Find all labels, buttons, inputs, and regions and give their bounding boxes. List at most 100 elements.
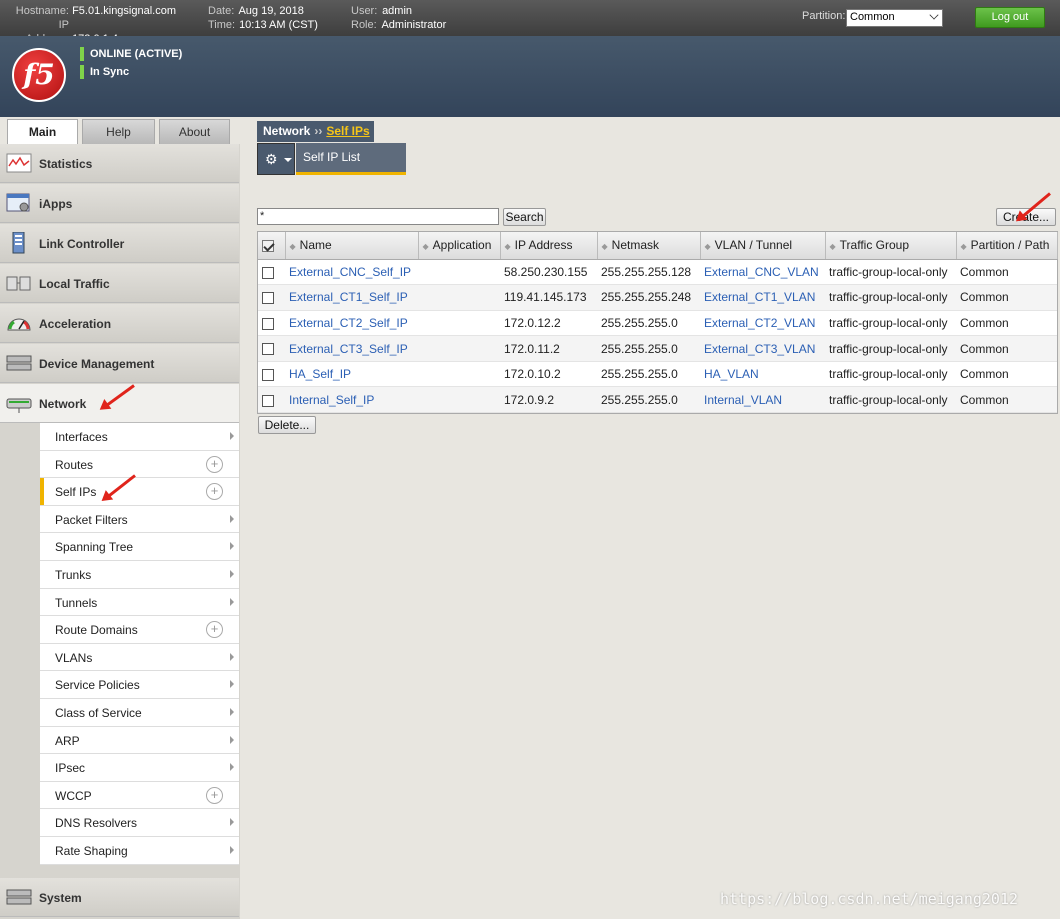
column-header-netmask[interactable]: ◆ Netmask xyxy=(597,232,701,260)
f5-logo: f5 xyxy=(12,48,66,102)
hostname-label: Hostname: xyxy=(15,5,69,17)
submenu-item-trunks[interactable]: Trunks xyxy=(40,560,239,589)
sidebar-label: Local Traffic xyxy=(39,277,110,291)
self-ip-link[interactable]: External_CT2_Self_IP xyxy=(289,316,408,330)
iapps-icon xyxy=(6,193,30,212)
vlan-cell: External_CNC_VLAN xyxy=(700,259,825,286)
row-checkbox[interactable] xyxy=(262,292,274,305)
submenu-item-tunnels[interactable]: Tunnels xyxy=(40,588,239,617)
application-cell xyxy=(418,335,500,362)
submenu-item-spanning-tree[interactable]: Spanning Tree xyxy=(40,533,239,561)
submenu-item-interfaces[interactable]: Interfaces xyxy=(40,423,239,451)
sidebar-item-local-traffic[interactable]: Local Traffic xyxy=(0,264,239,303)
select-all-checkbox[interactable] xyxy=(262,240,274,253)
vlan-link[interactable]: External_CT1_VLAN xyxy=(704,290,815,304)
self-ip-link[interactable]: External_CT1_Self_IP xyxy=(289,290,408,304)
chevron-right-icon xyxy=(230,735,234,744)
chevron-right-icon xyxy=(230,818,234,827)
column-header-vlan[interactable]: ◆ VLAN / Tunnel xyxy=(700,232,826,260)
user-value: admin xyxy=(382,5,413,17)
row-checkbox[interactable] xyxy=(262,317,274,330)
sidebar-item-statistics[interactable]: Statistics xyxy=(0,144,239,183)
partition-label: Partition: xyxy=(802,10,846,22)
delete-button[interactable]: Delete... xyxy=(258,416,316,434)
sort-icon: ◆ xyxy=(704,242,711,252)
self-ip-link[interactable]: External_CT3_Self_IP xyxy=(289,342,408,356)
ip-address-cell: 172.0.12.2 xyxy=(500,310,597,337)
network-submenu: Interfaces Routes + Self IPs + Packet Filt… xyxy=(40,423,239,865)
device-management-icon xyxy=(6,355,32,371)
name-cell: HA_Self_IP xyxy=(285,361,418,388)
row-select-cell xyxy=(258,310,285,337)
submenu-item-routes[interactable]: Routes + xyxy=(40,450,239,479)
submenu-item-dns-resolvers[interactable]: DNS Resolvers xyxy=(40,809,239,837)
row-checkbox[interactable] xyxy=(262,369,274,381)
add-icon[interactable]: + xyxy=(206,621,223,639)
name-cell: Internal_Self_IP xyxy=(285,386,418,414)
search-button[interactable]: Search xyxy=(503,208,546,226)
sidebar-item-link-controller[interactable]: Link Controller xyxy=(0,224,239,263)
sidebar-label: Link Controller xyxy=(39,237,125,251)
vlan-link[interactable]: External_CT3_VLAN xyxy=(704,342,815,356)
vlan-link[interactable]: HA_VLAN xyxy=(704,367,759,381)
add-icon[interactable]: + xyxy=(206,455,223,473)
column-header-partition[interactable]: ◆ Partition / Path xyxy=(956,232,1058,260)
tab-self-ip-list[interactable]: Self IP List xyxy=(296,143,406,175)
row-checkbox[interactable] xyxy=(262,266,274,279)
column-header-application[interactable]: ◆ Application xyxy=(418,232,501,260)
submenu-item-packet-filters[interactable]: Packet Filters xyxy=(40,505,239,534)
tab-help[interactable]: Help xyxy=(82,119,155,144)
sidebar-item-system[interactable]: System xyxy=(0,878,239,917)
breadcrumb-section[interactable]: Network xyxy=(263,124,310,138)
column-header-name[interactable]: ◆ Name xyxy=(285,232,419,260)
submenu-item-self-ips[interactable]: Self IPs + xyxy=(40,478,239,506)
sidebar-item-iapps[interactable]: iApps xyxy=(0,184,239,223)
row-checkbox[interactable] xyxy=(262,343,274,356)
statistics-icon xyxy=(6,153,32,173)
submenu-item-service-policies[interactable]: Service Policies xyxy=(40,671,239,699)
partition-select[interactable]: Common xyxy=(846,9,943,27)
submenu-label: IPsec xyxy=(55,761,86,776)
vlan-link[interactable]: External_CT2_VLAN xyxy=(704,316,815,330)
breadcrumb-separator: ›› xyxy=(314,124,323,138)
submenu-item-route-domains[interactable]: Route Domains + xyxy=(40,616,239,644)
submenu-item-ipsec[interactable]: IPsec xyxy=(40,754,239,782)
sidebar-item-network[interactable]: Network xyxy=(0,384,239,423)
table-row: External_CT2_Self_IP 172.0.12.2 255.255.… xyxy=(258,310,1057,337)
vlan-link[interactable]: External_CNC_VLAN xyxy=(704,265,819,279)
column-header-ip-address[interactable]: ◆ IP Address xyxy=(500,232,598,260)
select-all-column[interactable] xyxy=(258,232,286,260)
ip-address-cell: 58.250.230.155 xyxy=(500,259,597,286)
application-cell xyxy=(418,259,500,286)
submenu-item-vlans[interactable]: VLANs xyxy=(40,643,239,672)
tab-main[interactable]: Main xyxy=(7,119,78,144)
ip-address-cell: 172.0.11.2 xyxy=(500,335,597,362)
submenu-item-class-of-service[interactable]: Class of Service xyxy=(40,698,239,727)
sidebar-item-acceleration[interactable]: Acceleration xyxy=(0,304,239,343)
partition-cell: Common xyxy=(956,386,1057,414)
chevron-right-icon xyxy=(230,652,234,661)
tab-about[interactable]: About xyxy=(159,119,230,144)
self-ip-link[interactable]: HA_Self_IP xyxy=(289,367,351,381)
vlan-cell: External_CT2_VLAN xyxy=(700,310,825,337)
column-header-traffic-group[interactable]: ◆ Traffic Group xyxy=(825,232,957,260)
search-input[interactable]: * xyxy=(257,208,499,225)
add-icon[interactable]: + xyxy=(206,483,223,501)
breadcrumb-current[interactable]: Self IPs xyxy=(326,124,369,138)
submenu-item-wccp[interactable]: WCCP + xyxy=(40,781,239,810)
submenu-item-arp[interactable]: ARP xyxy=(40,726,239,755)
add-icon[interactable]: + xyxy=(206,786,223,804)
sidebar-item-device-management[interactable]: Device Management xyxy=(0,344,239,383)
vlan-cell: HA_VLAN xyxy=(700,361,825,388)
vlan-link[interactable]: Internal_VLAN xyxy=(704,393,782,407)
datetime-info: Date: Aug 19, 2018 Time: 10:13 AM (CST) xyxy=(208,4,318,32)
row-checkbox[interactable] xyxy=(262,394,274,407)
vlan-cell: Internal_VLAN xyxy=(700,386,825,414)
chevron-right-icon xyxy=(230,432,234,440)
submenu-item-rate-shaping[interactable]: Rate Shaping xyxy=(40,836,239,865)
self-ip-link[interactable]: Internal_Self_IP xyxy=(289,393,374,407)
name-cell: External_CT3_Self_IP xyxy=(285,335,418,362)
logout-button[interactable]: Log out xyxy=(975,7,1045,28)
self-ip-link[interactable]: External_CNC_Self_IP xyxy=(289,265,411,279)
options-menu-button[interactable]: ⚙ xyxy=(257,143,295,175)
